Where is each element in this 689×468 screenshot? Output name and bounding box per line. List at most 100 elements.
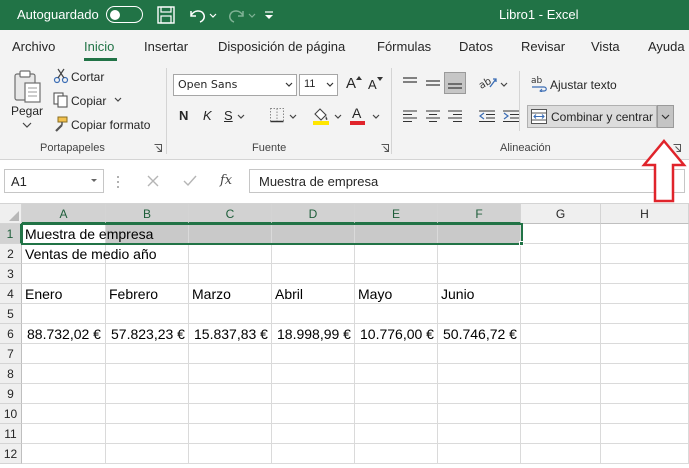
cell-d5[interactable] bbox=[272, 304, 355, 324]
cell-c1[interactable] bbox=[189, 224, 272, 244]
formula-input[interactable]: Muestra de empresa bbox=[249, 169, 685, 193]
cell-c8[interactable] bbox=[189, 364, 272, 384]
column-header-g[interactable]: G bbox=[521, 204, 601, 224]
cell-c7[interactable] bbox=[189, 344, 272, 364]
copy-button[interactable]: Copiar bbox=[71, 94, 106, 108]
cell-f9[interactable] bbox=[438, 384, 521, 404]
cell-h3[interactable] bbox=[601, 264, 689, 284]
font-color-button[interactable]: A bbox=[352, 105, 361, 121]
cell-f6[interactable]: 50.746,72 € bbox=[438, 324, 521, 344]
tab-inicio[interactable]: Inicio bbox=[84, 39, 114, 54]
cell-e9[interactable] bbox=[355, 384, 438, 404]
cell-d11[interactable] bbox=[272, 424, 355, 444]
cell-d3[interactable] bbox=[272, 264, 355, 284]
enter-icon[interactable] bbox=[182, 174, 198, 188]
italic-button[interactable]: K bbox=[203, 108, 212, 123]
column-header-c[interactable]: C bbox=[189, 204, 272, 224]
cell-f3[interactable] bbox=[438, 264, 521, 284]
row-header-3[interactable]: 3 bbox=[0, 264, 22, 284]
cell-g11[interactable] bbox=[521, 424, 601, 444]
cell-g12[interactable] bbox=[521, 444, 601, 464]
cell-e1[interactable] bbox=[355, 224, 438, 244]
cell-d1[interactable] bbox=[272, 224, 355, 244]
cell-a5[interactable] bbox=[22, 304, 106, 324]
align-left-icon[interactable] bbox=[402, 109, 418, 123]
redo-icon[interactable] bbox=[225, 4, 259, 26]
format-painter-button[interactable]: Copiar formato bbox=[71, 118, 150, 132]
select-all-button[interactable] bbox=[0, 204, 22, 224]
row-header-1[interactable]: 1 bbox=[0, 224, 22, 244]
cell-b10[interactable] bbox=[106, 404, 189, 424]
cell-b3[interactable] bbox=[106, 264, 189, 284]
shrink-font-button[interactable]: A bbox=[368, 77, 377, 92]
autosave-toggle[interactable] bbox=[106, 6, 143, 23]
cell-h5[interactable] bbox=[601, 304, 689, 324]
cell-b5[interactable] bbox=[106, 304, 189, 324]
cell-d4[interactable]: Abril bbox=[272, 284, 355, 304]
save-icon[interactable] bbox=[155, 4, 177, 26]
font-name-select[interactable]: Open Sans bbox=[173, 74, 297, 96]
underline-dropdown-icon[interactable] bbox=[237, 114, 245, 120]
cell-a1[interactable]: Muestra de empresa bbox=[22, 224, 153, 244]
cell-b11[interactable] bbox=[106, 424, 189, 444]
cell-e4[interactable]: Mayo bbox=[355, 284, 438, 304]
cell-h1[interactable] bbox=[601, 224, 689, 244]
cell-b9[interactable] bbox=[106, 384, 189, 404]
cell-h2[interactable] bbox=[601, 244, 689, 264]
column-header-h[interactable]: H bbox=[601, 204, 689, 224]
customize-toolbar-icon[interactable] bbox=[262, 4, 276, 26]
top-align-icon[interactable] bbox=[402, 76, 418, 90]
row-header-10[interactable]: 10 bbox=[0, 404, 22, 424]
row-header-11[interactable]: 11 bbox=[0, 424, 22, 444]
cell-a7[interactable] bbox=[22, 344, 106, 364]
cell-a6[interactable]: 88.732,02 € bbox=[22, 324, 106, 344]
cell-d6[interactable]: 18.998,99 € bbox=[272, 324, 355, 344]
cell-g6[interactable] bbox=[521, 324, 601, 344]
cell-a9[interactable] bbox=[22, 384, 106, 404]
cell-c10[interactable] bbox=[189, 404, 272, 424]
tab-disposicion[interactable]: Disposición de página bbox=[218, 39, 345, 54]
cell-e6[interactable]: 10.776,00 € bbox=[355, 324, 438, 344]
tab-ayuda[interactable]: Ayuda bbox=[648, 39, 685, 54]
fill-handle[interactable] bbox=[519, 241, 524, 246]
cut-button[interactable]: Cortar bbox=[71, 70, 104, 84]
row-header-8[interactable]: 8 bbox=[0, 364, 22, 384]
cell-a2[interactable]: Ventas de medio año bbox=[22, 244, 157, 264]
undo-icon[interactable] bbox=[185, 4, 219, 26]
cell-g9[interactable] bbox=[521, 384, 601, 404]
cell-h11[interactable] bbox=[601, 424, 689, 444]
borders-icon[interactable] bbox=[269, 107, 285, 123]
column-header-f[interactable]: F bbox=[438, 204, 521, 224]
cell-g4[interactable] bbox=[521, 284, 601, 304]
cell-b4[interactable]: Febrero bbox=[106, 284, 189, 304]
cell-f1[interactable] bbox=[438, 224, 521, 244]
row-header-9[interactable]: 9 bbox=[0, 384, 22, 404]
cell-g3[interactable] bbox=[521, 264, 601, 284]
cell-e3[interactable] bbox=[355, 264, 438, 284]
cell-e5[interactable] bbox=[355, 304, 438, 324]
cell-a3[interactable] bbox=[22, 264, 106, 284]
cell-c11[interactable] bbox=[189, 424, 272, 444]
cell-h12[interactable] bbox=[601, 444, 689, 464]
cell-c2[interactable] bbox=[189, 244, 272, 264]
middle-align-icon[interactable] bbox=[425, 76, 441, 90]
cell-f7[interactable] bbox=[438, 344, 521, 364]
row-header-7[interactable]: 7 bbox=[0, 344, 22, 364]
cell-f12[interactable] bbox=[438, 444, 521, 464]
merge-center-button[interactable]: Combinar y centrar bbox=[527, 105, 657, 128]
cell-g1[interactable] bbox=[521, 224, 601, 244]
cell-f8[interactable] bbox=[438, 364, 521, 384]
cell-c4[interactable]: Marzo bbox=[189, 284, 272, 304]
cell-d8[interactable] bbox=[272, 364, 355, 384]
row-header-6[interactable]: 6 bbox=[0, 324, 22, 344]
cell-c9[interactable] bbox=[189, 384, 272, 404]
tab-datos[interactable]: Datos bbox=[459, 39, 493, 54]
row-header-12[interactable]: 12 bbox=[0, 444, 22, 464]
font-size-select[interactable]: 11 bbox=[299, 74, 338, 96]
cell-a8[interactable] bbox=[22, 364, 106, 384]
cell-d7[interactable] bbox=[272, 344, 355, 364]
cell-b6[interactable]: 57.823,23 € bbox=[106, 324, 189, 344]
cell-d2[interactable] bbox=[272, 244, 355, 264]
insert-function-button[interactable]: fx bbox=[220, 173, 232, 188]
cell-a12[interactable] bbox=[22, 444, 106, 464]
